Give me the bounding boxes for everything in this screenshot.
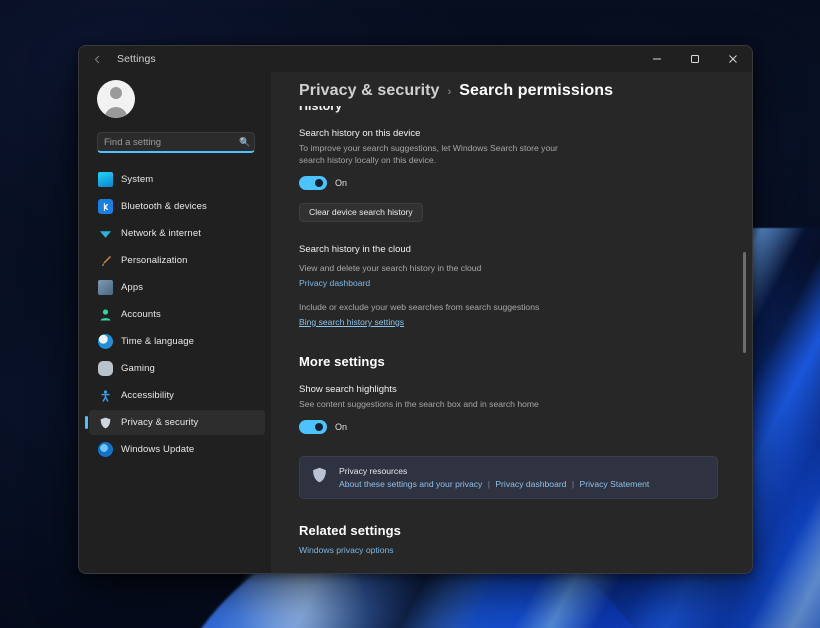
related-settings-group: Related settings Windows privacy options (299, 523, 718, 558)
privacy-resources-text: Privacy resources About these settings a… (339, 466, 649, 489)
breadcrumb: Privacy & security › Search permissions (299, 82, 752, 100)
avatar-head (110, 87, 122, 99)
sidebar-item-label: Privacy & security (121, 417, 198, 428)
monitor-icon (98, 172, 113, 187)
privacy-dashboard-link[interactable]: Privacy dashboard (299, 278, 370, 288)
update-refresh-icon (98, 442, 113, 457)
sidebar-item-gaming[interactable]: Gaming (89, 356, 265, 381)
shield-icon (312, 467, 327, 487)
search-input[interactable] (104, 137, 236, 148)
more-settings-heading: More settings (299, 354, 718, 369)
privacy-resources-title: Privacy resources (339, 466, 649, 476)
close-button[interactable] (714, 46, 752, 72)
vertical-scrollbar[interactable] (743, 110, 746, 569)
related-settings-heading: Related settings (299, 523, 718, 538)
page-title: Search permissions (459, 82, 613, 100)
sidebar-item-label: Bluetooth & devices (121, 201, 207, 212)
sidebar-item-time-language[interactable]: Time & language (89, 329, 265, 354)
clear-device-search-history-button[interactable]: Clear device search history (299, 203, 423, 222)
device-history-toggle-state: On (335, 178, 347, 188)
sidebar-item-accessibility[interactable]: Accessibility (89, 383, 265, 408)
wifi-icon (98, 226, 113, 241)
avatar-body (105, 107, 128, 118)
sidebar-item-accounts[interactable]: Accounts (89, 302, 265, 327)
search-highlights-description: See content suggestions in the search bo… (299, 399, 599, 411)
scrollbar-thumb[interactable] (743, 252, 746, 353)
shield-icon (98, 415, 113, 430)
sidebar-item-label: Accounts (121, 309, 161, 320)
sidebar-item-network-internet[interactable]: Network & internet (89, 221, 265, 246)
section-heading-history: History (299, 106, 718, 113)
sidebar-item-label: Windows Update (121, 444, 194, 455)
device-history-toggle-row: On (299, 176, 718, 190)
sidebar-item-label: Personalization (121, 255, 187, 266)
window-titlebar: Settings (79, 46, 752, 72)
settings-window: Settings (78, 45, 753, 574)
sidebar-item-label: Apps (121, 282, 143, 293)
cloud-history-group: Search history in the cloud View and del… (299, 244, 718, 330)
sidebar-item-label: Accessibility (121, 390, 174, 401)
sidebar-item-label: System (121, 174, 153, 185)
gamepad-icon (98, 361, 113, 376)
more-settings-group: More settings Show search highlights See… (299, 354, 718, 434)
privacy-resources-links: About these settings and your privacy | … (339, 479, 649, 489)
bluetooth-icon (98, 199, 113, 214)
device-history-group: Search history on this device To improve… (299, 128, 718, 222)
sidebar-item-privacy-security[interactable]: Privacy & security (89, 410, 265, 435)
sidebar-item-label: Time & language (121, 336, 194, 347)
avatar-container (79, 72, 271, 118)
cloud-history-line2: Include or exclude your web searches fro… (299, 302, 718, 312)
device-history-label: Search history on this device (299, 128, 718, 139)
toggle-knob (315, 423, 324, 432)
accessibility-icon (98, 388, 113, 403)
bing-search-history-settings-link[interactable]: Bing search history settings (299, 317, 404, 327)
window-body: 🔍 System Bluetooth & devic (79, 72, 752, 573)
sidebar-item-windows-update[interactable]: Windows Update (89, 437, 265, 462)
sidebar-item-bluetooth-devices[interactable]: Bluetooth & devices (89, 194, 265, 219)
minimize-button[interactable] (638, 46, 676, 72)
clock-globe-icon (98, 334, 113, 349)
breadcrumb-bar: Privacy & security › Search permissions (271, 72, 752, 106)
windows-privacy-options-link[interactable]: Windows privacy options (299, 545, 394, 555)
device-history-toggle[interactable] (299, 176, 327, 190)
about-settings-privacy-link[interactable]: About these settings and your privacy (339, 479, 482, 489)
sidebar-item-system[interactable]: System (89, 167, 265, 192)
cloud-history-heading: Search history in the cloud (299, 244, 718, 255)
sidebar-item-personalization[interactable]: Personalization (89, 248, 265, 273)
breadcrumb-parent-link[interactable]: Privacy & security (299, 82, 440, 100)
search-highlights-toggle[interactable] (299, 420, 327, 434)
search-icon: 🔍 (239, 137, 250, 148)
person-icon (98, 307, 113, 322)
device-history-description: To improve your search suggestions, let … (299, 143, 559, 167)
search-container: 🔍 (79, 118, 271, 153)
link-separator: | (488, 479, 490, 489)
window-title: Settings (117, 53, 156, 65)
sidebar-item-label: Gaming (121, 363, 155, 374)
content-pane: Privacy & security › Search permissions … (271, 72, 752, 573)
desktop-wallpaper: Settings (0, 0, 820, 628)
privacy-statement-link[interactable]: Privacy Statement (580, 479, 650, 489)
paintbrush-icon (98, 253, 113, 268)
cloud-history-line1: View and delete your search history in t… (299, 263, 718, 273)
back-arrow-icon[interactable] (83, 48, 111, 70)
search-box[interactable]: 🔍 (97, 132, 255, 153)
sidebar-item-apps[interactable]: Apps (89, 275, 265, 300)
sidebar: 🔍 System Bluetooth & devic (79, 72, 271, 573)
maximize-button[interactable] (676, 46, 714, 72)
settings-scroll-area[interactable]: History Search history on this device To… (271, 106, 752, 573)
privacy-resources-card: Privacy resources About these settings a… (299, 456, 718, 499)
privacy-dashboard-card-link[interactable]: Privacy dashboard (495, 479, 566, 489)
chevron-right-icon: › (448, 86, 452, 98)
sidebar-nav: System Bluetooth & devices (79, 167, 271, 464)
toggle-knob (315, 179, 324, 188)
link-separator: | (572, 479, 574, 489)
search-highlights-toggle-row: On (299, 420, 718, 434)
avatar[interactable] (97, 80, 135, 118)
sidebar-item-label: Network & internet (121, 228, 201, 239)
search-highlights-label: Show search highlights (299, 384, 718, 395)
apps-grid-icon (98, 280, 113, 295)
search-highlights-toggle-state: On (335, 422, 347, 432)
